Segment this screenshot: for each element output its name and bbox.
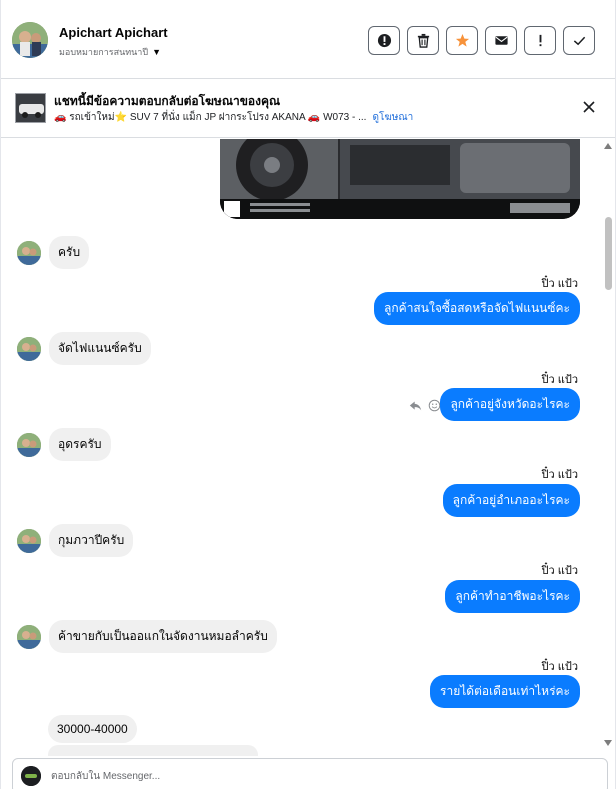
ad-reply-banner: แชทนี้มีข้อความตอบกลับต่อโฆษณาของคุณ 🚗 ร… <box>1 79 615 138</box>
ad-banner-title: แชทนี้มีข้อความตอบกลับต่อโฆษณาของคุณ <box>54 94 281 108</box>
contact-avatar-small[interactable] <box>17 624 41 649</box>
caret-down-icon: ▼ <box>152 47 161 57</box>
contact-avatar-small[interactable] <box>17 240 41 265</box>
message-composer <box>12 758 608 789</box>
ad-banner-description: 🚗 รถเข้าใหม่⭐ SUV 7 ที่นั่ง แม็ก JP ฝากร… <box>54 110 413 125</box>
conversation-header: Apichart Apichart มอบหมายการสนทนาปี ▼ <box>1 0 615 79</box>
ad-description-text: 🚗 รถเข้าใหม่⭐ SUV 7 ที่นั่ง แม็ก JP ฝากร… <box>54 112 367 123</box>
contact-avatar[interactable] <box>12 22 48 58</box>
message-list-scrollbar[interactable] <box>602 139 615 756</box>
outgoing-message[interactable]: ลูกค้าอยู่จังหวัดอะไรคะ <box>440 388 580 421</box>
trash-icon <box>417 33 429 48</box>
incoming-message-row: ค้าขายกับเป็นออแกในจัดงานหมอลำครับ <box>17 620 277 653</box>
contact-avatar-small[interactable] <box>17 432 41 457</box>
sender-name: ปิ๋ว แป้ว <box>541 469 578 481</box>
incoming-message-row: อุดรครับ <box>17 428 111 461</box>
outgoing-message[interactable]: ลูกค้าอยู่อำเภออะไรคะ <box>442 484 580 517</box>
sender-name: ปิ๋ว แป้ว <box>541 661 578 673</box>
star-icon <box>455 33 469 47</box>
page-avatar <box>21 766 41 786</box>
message-list: ครับ ปิ๋ว แป้ว ลูกค้าสนใจซื้อสดหรือจัดไฟ… <box>1 139 601 756</box>
scroll-down-arrow-icon[interactable] <box>604 740 612 746</box>
follow-up-button[interactable] <box>524 26 556 55</box>
incoming-message[interactable]: ค้าขายกับเป็นออแกในจัดงานหมอลำครับ <box>49 620 277 653</box>
outgoing-message[interactable]: รายได้ต่อเดือนเท่าไหร่คะ <box>430 675 580 708</box>
contact-avatar-small[interactable] <box>17 336 41 361</box>
assign-conversation-dropdown[interactable]: มอบหมายการสนทนาปี ▼ <box>59 45 161 59</box>
alert-circle-icon <box>377 33 391 48</box>
reply-input[interactable] <box>51 767 571 785</box>
view-ad-link[interactable]: ดูโฆษณา <box>372 112 413 123</box>
outgoing-message[interactable]: ลูกค้าสนใจซื้อสดหรือจัดไฟแนนซ์คะ <box>374 292 580 325</box>
incoming-message-partial[interactable] <box>48 745 258 756</box>
incoming-message[interactable]: กุมภวาปีครับ <box>49 524 134 557</box>
assign-conversation-label: มอบหมายการสนทนาปี <box>59 47 149 57</box>
reply-icon[interactable] <box>409 399 422 412</box>
exclamation-icon <box>539 34 541 47</box>
spam-button[interactable] <box>368 26 400 55</box>
incoming-message[interactable]: 30000-40000 <box>48 715 137 743</box>
sender-name: ปิ๋ว แป้ว <box>541 374 578 386</box>
incoming-message-row: กุมภวาปีครับ <box>17 524 134 557</box>
delete-button[interactable] <box>407 26 439 55</box>
ad-thumbnail[interactable] <box>15 93 46 123</box>
mark-unread-button[interactable] <box>485 26 517 55</box>
incoming-message[interactable]: จัดไฟแนนซ์ครับ <box>49 332 151 365</box>
react-emoji-icon[interactable] <box>428 399 441 412</box>
star-button[interactable] <box>446 26 478 55</box>
scrollbar-thumb[interactable] <box>605 217 612 290</box>
check-icon <box>573 36 585 46</box>
sender-name: ปิ๋ว แป้ว <box>541 565 578 577</box>
sender-name: ปิ๋ว แป้ว <box>541 278 578 290</box>
incoming-message-row: จัดไฟแนนซ์ครับ <box>17 332 151 365</box>
messenger-conversation-panel: Apichart Apichart มอบหมายการสนทนาปี ▼ แช… <box>0 0 616 789</box>
ad-image-message[interactable] <box>220 139 580 219</box>
incoming-message-row: ครับ <box>17 236 90 269</box>
scroll-up-arrow-icon[interactable] <box>604 143 612 149</box>
header-actions <box>368 26 595 55</box>
envelope-icon <box>494 36 508 45</box>
incoming-message[interactable]: อุดรครับ <box>49 428 111 461</box>
done-button[interactable] <box>563 26 595 55</box>
incoming-message[interactable]: ครับ <box>49 236 90 269</box>
outgoing-message[interactable]: ลูกค้าทำอาชีพอะไรคะ <box>445 580 580 613</box>
close-icon[interactable] <box>581 99 597 115</box>
contact-avatar-small[interactable] <box>17 528 41 553</box>
contact-name[interactable]: Apichart Apichart <box>59 25 168 40</box>
message-tools <box>409 399 441 412</box>
